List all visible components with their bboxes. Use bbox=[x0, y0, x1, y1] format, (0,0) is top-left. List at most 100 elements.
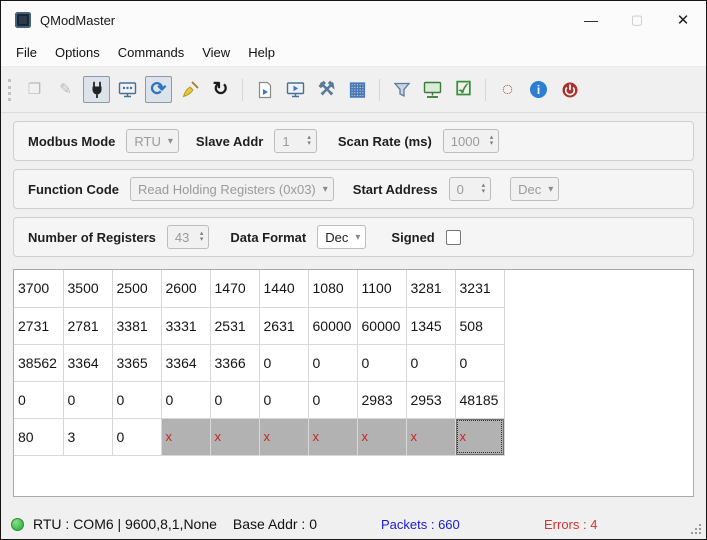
register-cell[interactable]: 2631 bbox=[259, 307, 309, 345]
register-cell[interactable]: 60000 bbox=[357, 307, 407, 345]
function-code-value: Read Holding Registers (0x03) bbox=[138, 181, 316, 197]
register-cell[interactable]: 1345 bbox=[406, 307, 456, 345]
modbus-scan-icon[interactable] bbox=[114, 76, 141, 103]
spinner-arrows-icon: ▴ ▾ bbox=[489, 134, 494, 147]
register-cell[interactable]: 2500 bbox=[112, 270, 162, 308]
registers-table-icon[interactable]: ▦ bbox=[344, 76, 371, 103]
titlebar: QModMaster — ▢ ✕ bbox=[1, 1, 706, 39]
menu-options[interactable]: Options bbox=[46, 41, 109, 64]
register-cell[interactable]: x bbox=[161, 418, 211, 456]
modbus-mode-label: Modbus Mode bbox=[28, 133, 116, 149]
menu-view[interactable]: View bbox=[193, 41, 239, 64]
menubar: File Options Commands View Help bbox=[1, 39, 706, 67]
table-row: 2731 2781 3381 3331 2531 2631 60000 60000 1345 50… bbox=[14, 307, 505, 345]
register-cell[interactable]: 2531 bbox=[210, 307, 260, 345]
serial-settings-icon[interactable] bbox=[419, 76, 446, 103]
register-cell[interactable]: x bbox=[455, 418, 505, 456]
register-cell[interactable]: x bbox=[357, 418, 407, 456]
busy-indicator-icon[interactable]: ◌ bbox=[494, 76, 521, 103]
resize-grip[interactable] bbox=[699, 532, 701, 534]
exit-icon[interactable] bbox=[556, 76, 583, 103]
register-cell[interactable]: 1080 bbox=[308, 270, 358, 308]
reset-counters-icon[interactable]: ↻ bbox=[207, 76, 234, 103]
scan-loop-icon[interactable]: ⟳ bbox=[145, 76, 172, 103]
register-cell[interactable]: 2781 bbox=[63, 307, 113, 345]
register-cell[interactable]: 48185 bbox=[455, 381, 505, 419]
register-cell[interactable]: 80 bbox=[14, 418, 64, 456]
register-cell[interactable]: 0 bbox=[210, 381, 260, 419]
bus-monitor-icon[interactable] bbox=[282, 76, 309, 103]
function-code-select: Read Holding Registers (0x03) ▾ bbox=[130, 177, 334, 201]
register-cell[interactable]: 0 bbox=[357, 344, 407, 382]
register-cell[interactable]: 508 bbox=[455, 307, 505, 345]
register-cell[interactable]: 2983 bbox=[357, 381, 407, 419]
menu-help[interactable]: Help bbox=[239, 41, 284, 64]
start-address-base-select: Dec ▾ bbox=[510, 177, 560, 201]
register-cell[interactable]: 2731 bbox=[14, 307, 64, 345]
load-session-icon: ❐ bbox=[27, 81, 42, 98]
close-button[interactable]: ✕ bbox=[660, 1, 706, 39]
register-cell[interactable]: x bbox=[308, 418, 358, 456]
data-format-label: Data Format bbox=[230, 229, 307, 245]
register-cell[interactable]: 0 bbox=[308, 381, 358, 419]
register-cell[interactable]: 2953 bbox=[406, 381, 456, 419]
filter-icon[interactable] bbox=[388, 76, 415, 103]
toolbar-separator bbox=[242, 78, 243, 101]
register-cell[interactable]: 3700 bbox=[14, 270, 64, 308]
register-cell[interactable]: 1470 bbox=[210, 270, 260, 308]
register-cell[interactable]: 0 bbox=[455, 344, 505, 382]
start-address-spinbox: 0 ▴ ▾ bbox=[448, 177, 492, 201]
register-cell[interactable]: 60000 bbox=[308, 307, 358, 345]
register-cell[interactable]: 3 bbox=[63, 418, 113, 456]
register-cell[interactable]: 3381 bbox=[112, 307, 162, 345]
tools-icon[interactable]: ⚒ bbox=[313, 76, 340, 103]
clear-icon[interactable] bbox=[176, 76, 203, 103]
register-cell[interactable]: 0 bbox=[259, 381, 309, 419]
table-row: 80 3 0 x x x x x x x bbox=[14, 418, 505, 456]
register-cell[interactable]: 0 bbox=[112, 381, 162, 419]
register-cell[interactable]: 0 bbox=[406, 344, 456, 382]
register-cell[interactable]: 0 bbox=[14, 381, 64, 419]
minimize-button[interactable]: — bbox=[568, 1, 614, 39]
menu-commands[interactable]: Commands bbox=[109, 41, 193, 64]
register-cell[interactable]: 1440 bbox=[259, 270, 309, 308]
chevron-down-icon: ▾ bbox=[355, 231, 361, 243]
number-of-registers-spinbox: 43 ▴ ▾ bbox=[166, 225, 210, 249]
data-format-value: Dec bbox=[325, 229, 349, 245]
register-cell[interactable]: x bbox=[406, 418, 456, 456]
log-icon[interactable] bbox=[251, 76, 278, 103]
register-cell[interactable]: 3500 bbox=[63, 270, 113, 308]
register-cell[interactable]: 0 bbox=[259, 344, 309, 382]
register-cell[interactable]: 3364 bbox=[63, 344, 113, 382]
registers-table: 3700 3500 2500 2600 1470 1440 1080 1100 3281 3231… bbox=[13, 269, 694, 497]
register-cell[interactable]: 2600 bbox=[161, 270, 211, 308]
register-cell[interactable]: 3366 bbox=[210, 344, 260, 382]
register-cell[interactable]: 0 bbox=[161, 381, 211, 419]
options-check-icon[interactable]: ☑ bbox=[450, 76, 477, 103]
signed-label: Signed bbox=[391, 229, 435, 245]
connect-icon[interactable] bbox=[83, 76, 110, 103]
register-cell[interactable]: 3331 bbox=[161, 307, 211, 345]
chevron-down-icon: ▾ bbox=[322, 183, 328, 195]
menu-file[interactable]: File bbox=[7, 41, 46, 64]
register-cell[interactable]: 38562 bbox=[14, 344, 64, 382]
register-cell[interactable]: 3365 bbox=[112, 344, 162, 382]
register-cell[interactable]: 3281 bbox=[406, 270, 456, 308]
register-cell[interactable]: 1100 bbox=[357, 270, 407, 308]
start-address-base-value: Dec bbox=[518, 181, 542, 197]
signed-checkbox[interactable] bbox=[445, 229, 461, 245]
info-icon[interactable]: i bbox=[525, 76, 552, 103]
maximize-button: ▢ bbox=[630, 12, 644, 27]
register-cell[interactable]: 0 bbox=[63, 381, 113, 419]
register-cell[interactable]: x bbox=[259, 418, 309, 456]
register-cell[interactable]: 3364 bbox=[161, 344, 211, 382]
register-cell[interactable]: 0 bbox=[112, 418, 162, 456]
register-cell[interactable]: 0 bbox=[308, 344, 358, 382]
data-format-select[interactable]: Dec ▾ bbox=[317, 225, 367, 249]
table-row: 0 0 0 0 0 0 0 2983 2953 48185 bbox=[14, 381, 505, 419]
register-cell[interactable]: x bbox=[210, 418, 260, 456]
toolbar-drag-handle[interactable] bbox=[8, 78, 11, 101]
scan-rate-label: Scan Rate (ms) bbox=[337, 133, 432, 149]
toolbar: ❐ ✎ ⟳ ↻ ⚒ ▦ ☑ ◌ i bbox=[1, 67, 706, 113]
register-cell[interactable]: 3231 bbox=[455, 270, 505, 308]
